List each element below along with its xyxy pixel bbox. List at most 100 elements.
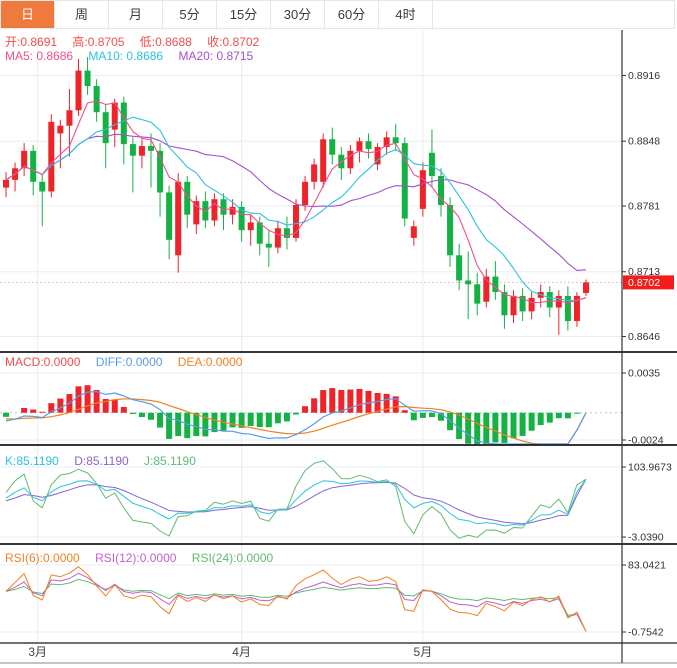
candle-body — [211, 199, 217, 220]
low-stat: 低:0.8688 — [140, 35, 192, 49]
macd-header: MACD:0.0000 DIFF:0.0000 DEA:0.0000 — [5, 355, 254, 369]
period-tabs: 日周月5分15分30分60分4时 — [0, 0, 675, 29]
y-axis-label: 0.8646 — [628, 331, 660, 343]
candle-body — [311, 164, 317, 181]
kdj-header: K:85.1190 D:85.1190 J:85.1190 — [5, 454, 208, 468]
candle-body — [266, 244, 272, 248]
candle-body — [366, 141, 372, 149]
macd-bar — [556, 413, 562, 418]
kline-chart[interactable]: 0.89160.88480.87810.87130.86460.0035-0.0… — [0, 0, 677, 668]
dea-stat: DEA:0.0000 — [178, 355, 243, 369]
macd-bar — [121, 407, 127, 413]
y-axis-label: 0.8848 — [628, 136, 660, 148]
candle-body — [21, 151, 27, 168]
candle-body — [347, 151, 353, 168]
candle-body — [411, 226, 417, 238]
y-axis-label: -0.0024 — [628, 435, 664, 447]
tabbar-filler — [433, 1, 674, 28]
rsi24-stat: RSI(24):0.0000 — [192, 551, 273, 565]
candle-body — [221, 199, 227, 214]
open-stat: 开:0.8691 — [5, 35, 57, 49]
macd-bar — [193, 413, 199, 436]
close-stat: 收:0.8702 — [207, 35, 259, 49]
period-tab-2[interactable]: 月 — [109, 1, 163, 28]
candle-body — [57, 126, 63, 134]
macd-bar — [429, 413, 435, 417]
period-tab-3[interactable]: 5分 — [163, 1, 217, 28]
candle-body — [121, 103, 127, 145]
macd-bar — [375, 393, 381, 413]
macd-bar — [248, 413, 254, 426]
macd-bar — [366, 391, 372, 413]
month-label: 3月 — [28, 645, 47, 659]
period-tab-0[interactable]: 日 — [1, 1, 55, 28]
y-axis-label: 0.8781 — [628, 200, 660, 212]
month-label: 4月 — [232, 645, 251, 659]
candle-body — [139, 146, 145, 156]
period-tab-6[interactable]: 60分 — [325, 1, 379, 28]
candle-body — [30, 151, 36, 182]
k-stat: K:85.1190 — [5, 454, 59, 468]
macd-bar — [257, 413, 263, 427]
candle-body — [420, 170, 426, 209]
macd-stat: MACD:0.0000 — [5, 355, 80, 369]
candle-body — [175, 182, 181, 255]
ma20-stat: MA20: 0.8715 — [178, 49, 253, 63]
candle-body — [501, 292, 507, 315]
ma5-stat: MA5: 0.8686 — [5, 49, 73, 63]
rsi-header: RSI(6):0.0000 RSI(12):0.0000 RSI(24):0.0… — [5, 551, 285, 565]
macd-bar — [420, 413, 426, 418]
macd-bar — [293, 413, 299, 415]
candle-body — [39, 182, 45, 192]
candle-body — [130, 144, 136, 156]
macd-bar — [139, 413, 145, 417]
y-axis-label: 0.0035 — [628, 368, 660, 380]
macd-bar — [547, 413, 553, 423]
macd-bar — [565, 413, 571, 419]
candle-body — [320, 139, 326, 182]
macd-bar — [520, 413, 526, 436]
macd-bar — [411, 413, 417, 421]
macd-bar — [230, 413, 236, 428]
candle-body — [465, 280, 471, 284]
candle-body — [76, 71, 82, 111]
candle-body — [166, 192, 172, 239]
d-stat: D:85.1190 — [74, 454, 129, 468]
macd-bar — [320, 390, 326, 413]
candle-body — [302, 182, 308, 205]
macd-bar — [275, 413, 281, 424]
macd-bar — [302, 406, 308, 413]
macd-bar — [39, 412, 45, 413]
macd-bar — [3, 413, 9, 417]
kline-app: 日周月5分15分30分60分4时 0.89160.88480.87810.871… — [0, 0, 677, 668]
macd-bar — [574, 413, 580, 414]
macd-bar — [85, 385, 91, 413]
y-axis-label: 83.0421 — [628, 559, 666, 571]
j-stat: J:85.1190 — [144, 454, 196, 468]
macd-bar — [130, 413, 136, 414]
period-tab-1[interactable]: 周 — [55, 1, 109, 28]
macd-bar — [347, 390, 353, 413]
ma-row: MA5: 0.8686 MA10: 0.8686 MA20: 0.8715 — [5, 49, 265, 63]
candle-body — [492, 277, 498, 292]
candle-body — [356, 141, 362, 151]
macd-bar — [94, 390, 100, 413]
candle-body — [3, 180, 9, 188]
period-tab-5[interactable]: 30分 — [271, 1, 325, 28]
high-stat: 高:0.8705 — [72, 35, 124, 49]
candle-body — [529, 298, 535, 312]
candle-body — [148, 146, 154, 151]
chart-background — [0, 0, 677, 668]
rsi12-stat: RSI(12):0.0000 — [95, 551, 176, 565]
period-tab-4[interactable]: 15分 — [217, 1, 271, 28]
diff-stat: DIFF:0.0000 — [96, 355, 163, 369]
y-axis-label: -3.0390 — [628, 532, 664, 544]
macd-bar — [112, 400, 118, 413]
macd-bar — [529, 413, 535, 431]
macd-bar — [492, 413, 498, 443]
macd-bar — [501, 413, 507, 443]
macd-bar — [175, 413, 181, 436]
macd-bar — [511, 413, 517, 439]
period-tab-7[interactable]: 4时 — [379, 1, 433, 28]
macd-bar — [57, 399, 63, 413]
